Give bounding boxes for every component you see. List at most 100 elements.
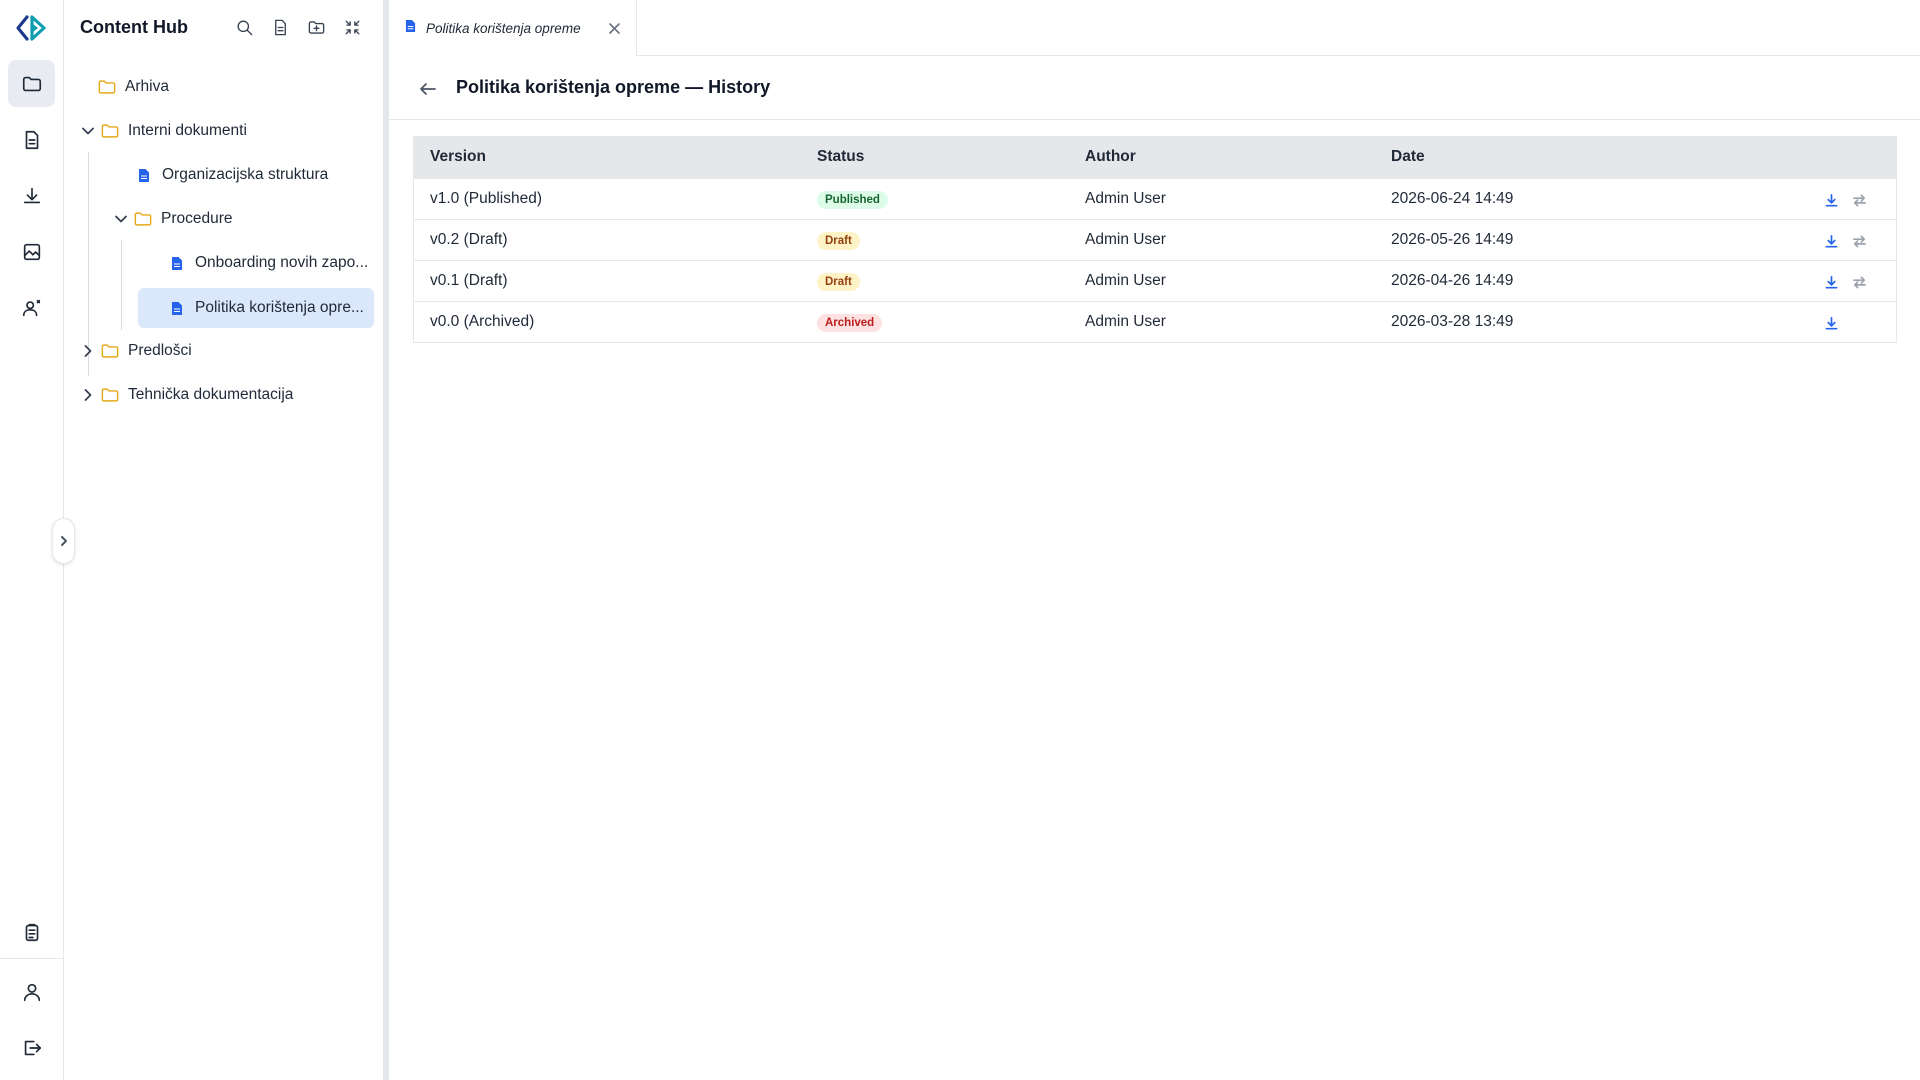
download-version-button[interactable]: [1822, 232, 1840, 250]
download-version-button[interactable]: [1822, 314, 1840, 332]
compare-version-button[interactable]: [1850, 273, 1868, 291]
table-row[interactable]: v0.0 (Archived) Archived Admin User 2026…: [414, 301, 1896, 342]
date-cell: 2026-03-28 13:49: [1391, 313, 1514, 330]
date-cell: 2026-06-24 14:49: [1391, 190, 1514, 207]
tree-item-label: Procedure: [161, 210, 233, 227]
rail-profile-button[interactable]: [8, 968, 55, 1015]
folder-icon: [101, 342, 119, 360]
new-document-icon: [274, 19, 286, 35]
author-cell: Admin User: [1085, 231, 1166, 248]
user-icon: [23, 983, 40, 1001]
table-row[interactable]: v0.2 (Draft) Draft Admin User 2026-05-26…: [414, 219, 1896, 260]
version-cell: v0.0 (Archived): [430, 313, 535, 330]
tree-folder-arhiva[interactable]: Arhiva: [78, 67, 368, 107]
page-header: Politika korištenja opreme — History: [389, 57, 1920, 120]
tree-folder-procedure[interactable]: Procedure: [114, 199, 368, 239]
users-settings-icon: [22, 299, 40, 316]
rail-documents-button[interactable]: [8, 116, 55, 163]
tab-bar: Politika korištenja opreme: [389, 0, 1920, 56]
folder-icon: [22, 76, 41, 91]
document-icon: [405, 19, 416, 38]
back-button[interactable]: [416, 77, 440, 101]
collapse-all-icon: [344, 19, 360, 35]
column-header-status: Status: [817, 148, 865, 165]
tree-guide-line: [121, 240, 122, 330]
tree-document-politika-koristenja-opreme[interactable]: Politika korištenja opre...: [138, 288, 374, 328]
column-header-version: Version: [430, 148, 486, 165]
status-badge: Draft: [817, 273, 860, 291]
tree-item-label: Politika korištenja opre...: [195, 299, 364, 316]
clipboard-icon: [25, 923, 38, 941]
arrow-left-icon: [420, 83, 436, 95]
date-cell: 2026-04-26 14:49: [1391, 272, 1514, 289]
version-cell: v0.1 (Draft): [430, 272, 508, 289]
rail-clipboard-button[interactable]: [8, 908, 55, 955]
tree-item-label: Predlošci: [128, 342, 192, 359]
tab-close-button[interactable]: [605, 19, 623, 37]
tree-folder-predlosci[interactable]: Predlošci: [81, 331, 368, 371]
download-icon: [23, 187, 40, 203]
version-cell: v0.2 (Draft): [430, 231, 508, 248]
rail-users-button[interactable]: [8, 284, 55, 331]
chevron-right-icon[interactable]: [81, 344, 95, 358]
search-button[interactable]: [232, 15, 256, 39]
download-icon: [1825, 234, 1837, 247]
download-icon: [1825, 316, 1837, 329]
tab-politika-koristenja-opreme[interactable]: Politika korištenja opreme: [389, 0, 637, 56]
page-title: Politika korištenja opreme — History: [456, 77, 771, 97]
rail-downloads-button[interactable]: [8, 172, 55, 219]
sidebar-collapse-toggle[interactable]: [52, 518, 75, 564]
column-header-date: Date: [1391, 148, 1425, 165]
document-icon: [25, 130, 38, 149]
status-badge: Draft: [817, 232, 860, 250]
search-icon: [236, 19, 252, 35]
chevron-down-icon[interactable]: [114, 212, 128, 226]
table-row[interactable]: v0.1 (Draft) Draft Admin User 2026-04-26…: [414, 260, 1896, 301]
tree-document-organizacijska-struktura[interactable]: Organizacijska struktura: [135, 155, 368, 195]
chevron-right-icon: [60, 536, 67, 546]
chevron-right-icon[interactable]: [81, 388, 95, 402]
image-icon: [23, 243, 40, 260]
sidebar-header: Content Hub: [64, 0, 384, 55]
content-tree-sidebar: Content Hub Arhiva Interni dokumenti Org…: [64, 0, 389, 1080]
new-folder-icon: [308, 20, 324, 34]
author-cell: Admin User: [1085, 272, 1166, 289]
tab-label: Politika korištenja opreme: [426, 20, 581, 36]
table-header-row: Version Status Author Date: [414, 137, 1896, 178]
folder-icon: [98, 78, 116, 96]
compare-arrows-icon: [1852, 194, 1866, 206]
main-content: Politika korištenja opreme Politika kori…: [389, 0, 1920, 1080]
column-header-author: Author: [1085, 148, 1136, 165]
tree-document-onboarding[interactable]: Onboarding novih zapo...: [168, 243, 368, 283]
compare-arrows-icon: [1852, 276, 1866, 288]
date-cell: 2026-05-26 14:49: [1391, 231, 1514, 248]
tree-item-label: Interni dokumenti: [128, 122, 247, 139]
rail-files-button[interactable]: [8, 60, 55, 107]
table-row[interactable]: v1.0 (Published) Published Admin User 20…: [414, 178, 1896, 219]
app-logo-icon[interactable]: [14, 11, 48, 45]
new-document-button[interactable]: [268, 15, 292, 39]
compare-version-button[interactable]: [1850, 191, 1868, 209]
download-icon: [1825, 275, 1837, 288]
tree-item-label: Arhiva: [125, 78, 169, 95]
new-folder-button[interactable]: [304, 15, 328, 39]
tree-item-label: Onboarding novih zapo...: [195, 254, 369, 271]
download-version-button[interactable]: [1822, 191, 1840, 209]
status-badge: Archived: [817, 314, 883, 332]
document-icon: [135, 166, 153, 184]
sidebar-title: Content Hub: [80, 17, 188, 37]
tree-folder-interni-dokumenti[interactable]: Interni dokumenti: [81, 111, 368, 151]
tree-folder-tehnicka-dokumentacija[interactable]: Tehnička dokumentacija: [81, 375, 368, 415]
chevron-down-icon[interactable]: [81, 124, 95, 138]
compare-arrows-icon: [1852, 235, 1866, 247]
document-icon: [168, 254, 186, 272]
download-version-button[interactable]: [1822, 273, 1840, 291]
rail-media-button[interactable]: [8, 228, 55, 275]
rail-divider: [0, 958, 64, 959]
collapse-all-button[interactable]: [340, 15, 364, 39]
compare-version-button[interactable]: [1850, 232, 1868, 250]
close-icon: [608, 22, 620, 34]
folder-icon: [134, 210, 152, 228]
rail-logout-button[interactable]: [8, 1024, 55, 1071]
